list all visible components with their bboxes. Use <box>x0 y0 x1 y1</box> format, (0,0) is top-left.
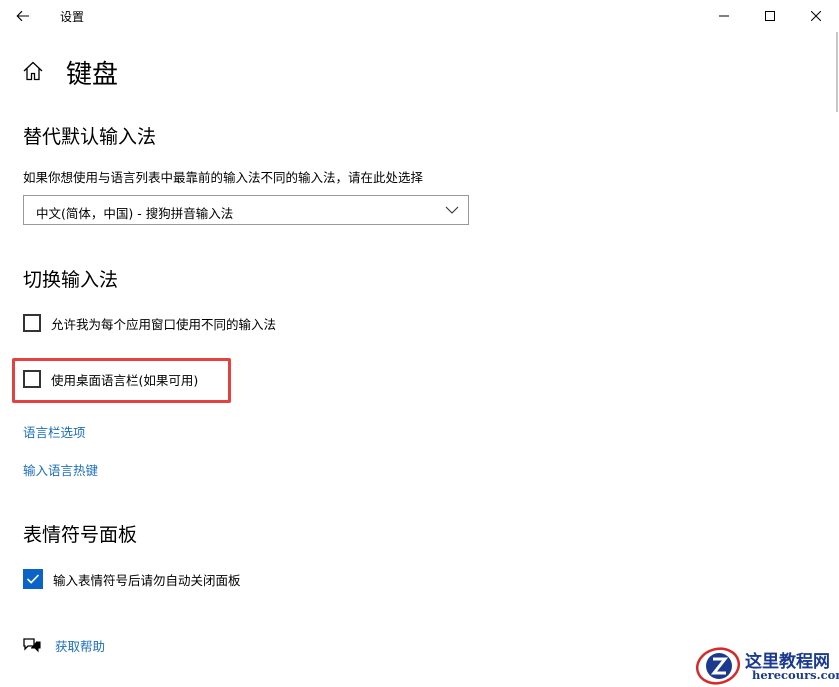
chat-bubble-help-icon <box>23 638 41 653</box>
watermark: 这里教程网 herecours.com <box>690 645 839 687</box>
section-heading-default-ime: 替代默认输入法 <box>23 126 157 148</box>
default-ime-description: 如果你想使用与语言列表中最靠前的输入法不同的输入法，请在此处选择 <box>23 170 424 185</box>
checkbox-checked[interactable] <box>23 569 43 589</box>
title-bar: 设置 <box>0 0 839 32</box>
watermark-logo-icon <box>695 647 740 685</box>
language-bar-options-link[interactable]: 语言栏选项 <box>23 422 86 441</box>
checkmark-icon <box>26 574 40 584</box>
close-button[interactable] <box>793 0 839 32</box>
watermark-url: herecours.com <box>752 668 839 682</box>
default-ime-dropdown[interactable]: 中文(简体，中国) - 搜狗拼音输入法 <box>23 195 469 225</box>
get-help-label: 获取帮助 <box>55 638 106 654</box>
maximize-button[interactable] <box>747 0 793 32</box>
scrollbar[interactable] <box>836 32 838 112</box>
back-button[interactable] <box>8 0 38 32</box>
minimize-icon <box>719 15 729 17</box>
checkbox-label: 输入表情符号后请勿自动关闭面板 <box>53 572 241 588</box>
dropdown-selected-value: 中文(简体，中国) - 搜狗拼音输入法 <box>36 206 234 221</box>
input-language-hotkeys-link[interactable]: 输入语言热键 <box>23 460 98 479</box>
highlight-annotation-box <box>12 358 231 403</box>
checkbox-row-per-app-ime[interactable]: 允许我为每个应用窗口使用不同的输入法 <box>23 312 276 334</box>
checkbox[interactable] <box>23 314 41 332</box>
get-help-link[interactable]: 获取帮助 <box>22 634 105 656</box>
close-icon <box>811 11 821 21</box>
checkbox-row-emoji-panel[interactable]: 输入表情符号后请勿自动关闭面板 <box>23 568 241 590</box>
section-heading-switch-ime: 切换输入法 <box>23 269 119 291</box>
checkbox-label: 允许我为每个应用窗口使用不同的输入法 <box>51 316 277 332</box>
section-heading-emoji-panel: 表情符号面板 <box>23 524 138 546</box>
window-title: 设置 <box>60 10 85 24</box>
chevron-down-icon <box>445 206 459 214</box>
home-icon[interactable] <box>22 60 44 82</box>
minimize-button[interactable] <box>701 0 747 32</box>
maximize-icon <box>765 11 775 21</box>
arrow-left-icon <box>16 10 29 22</box>
page-title: 键盘 <box>66 60 119 90</box>
